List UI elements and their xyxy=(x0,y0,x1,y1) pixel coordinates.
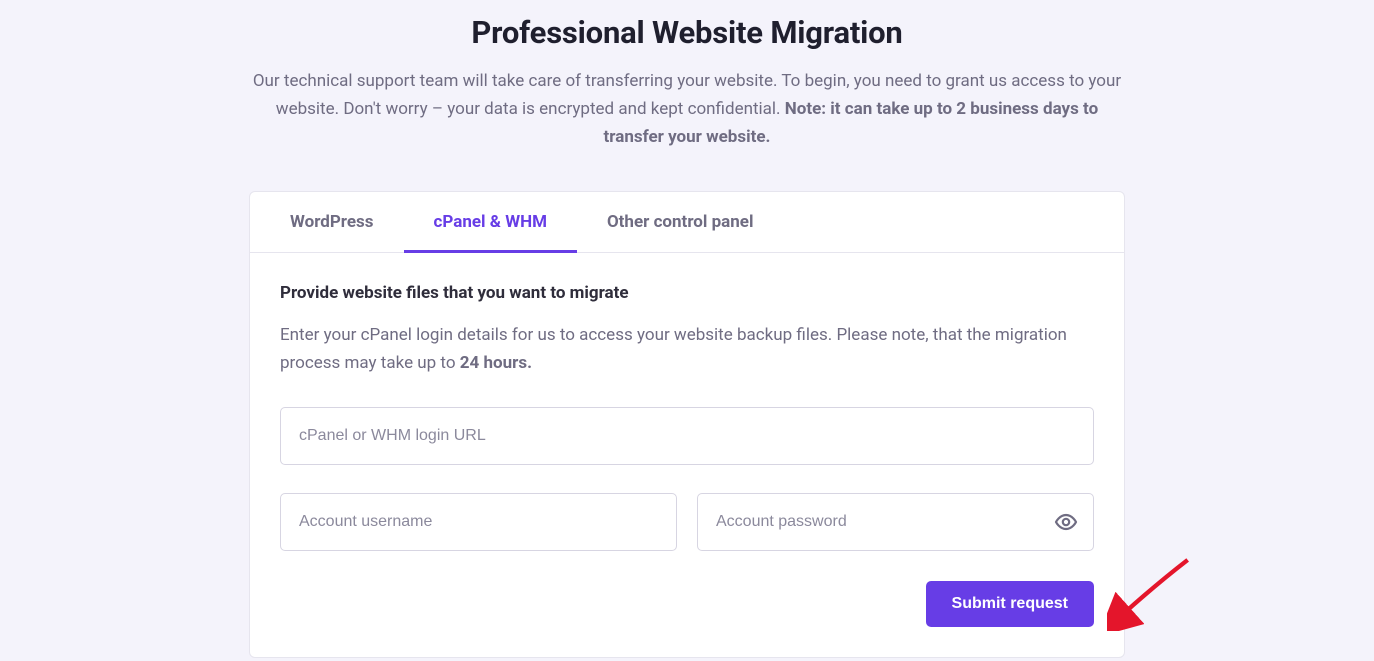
username-field xyxy=(280,493,677,551)
username-input[interactable] xyxy=(280,493,677,551)
section-desc-bold: 24 hours. xyxy=(460,353,532,373)
password-field xyxy=(697,493,1094,551)
tab-other-control-panel[interactable]: Other control panel xyxy=(577,192,784,253)
section-description: Enter your cPanel login details for us t… xyxy=(280,321,1094,377)
password-input[interactable] xyxy=(697,493,1094,551)
section-desc-text: Enter your cPanel login details for us t… xyxy=(280,325,1067,373)
eye-icon xyxy=(1054,510,1078,534)
page-subtitle: Our technical support team will take car… xyxy=(247,67,1127,151)
tab-panel-cpanel: Provide website files that you want to m… xyxy=(250,253,1124,657)
login-url-field xyxy=(280,407,1094,465)
migration-card: WordPress cPanel & WHM Other control pan… xyxy=(249,191,1125,658)
tab-bar: WordPress cPanel & WHM Other control pan… xyxy=(250,192,1124,253)
submit-request-button[interactable]: Submit request xyxy=(926,581,1094,627)
login-url-input[interactable] xyxy=(280,407,1094,465)
tab-cpanel-whm[interactable]: cPanel & WHM xyxy=(404,192,577,253)
section-title: Provide website files that you want to m… xyxy=(280,283,1094,303)
password-visibility-toggle[interactable] xyxy=(1052,508,1080,536)
tab-wordpress[interactable]: WordPress xyxy=(250,192,404,253)
page-title: Professional Website Migration xyxy=(471,14,902,51)
